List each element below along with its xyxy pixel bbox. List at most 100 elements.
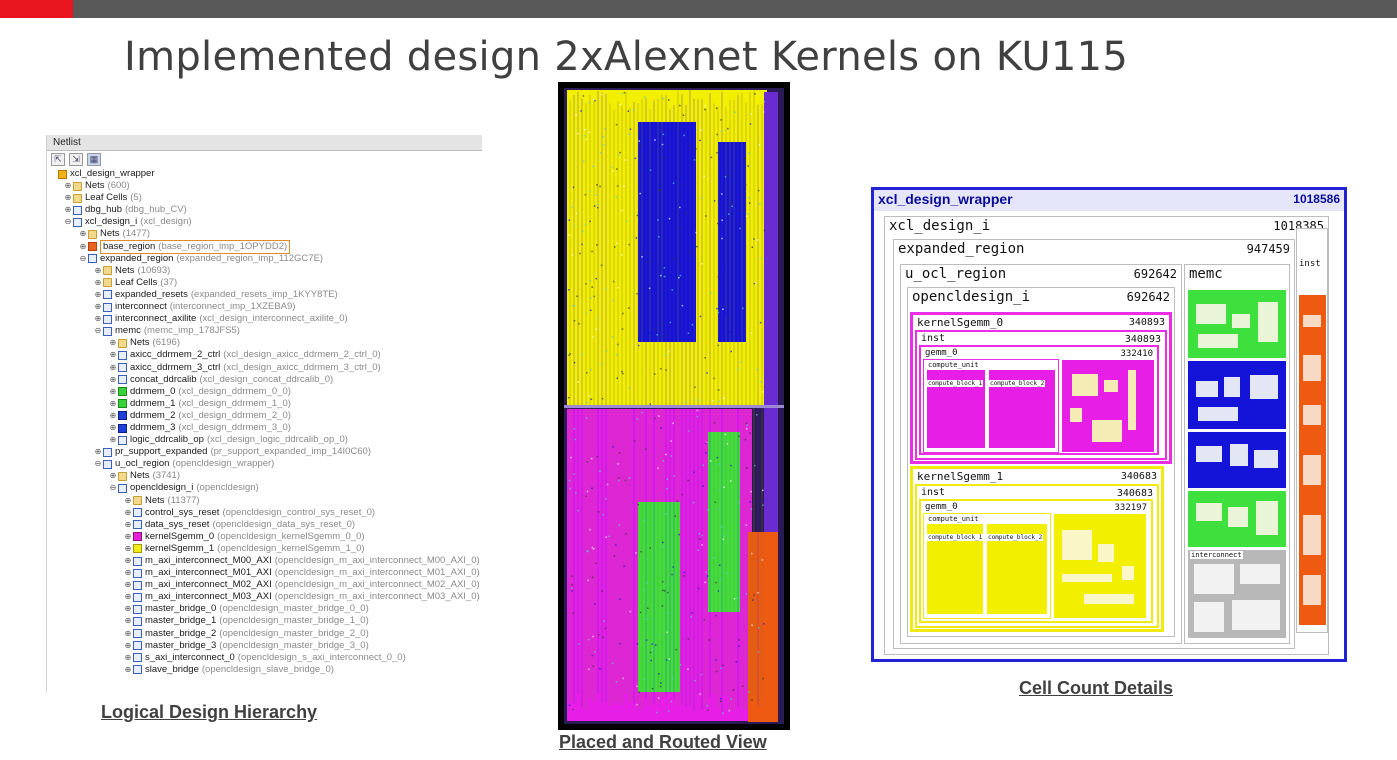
expand-icon[interactable]: ⊕ (94, 277, 102, 289)
expand-icon[interactable]: ⊕ (79, 241, 87, 253)
expand-icon[interactable]: ⊕ (94, 265, 102, 277)
k0-compute-block-2[interactable]: compute_block_2 (988, 369, 1056, 449)
netlist-row[interactable]: ⊕ expanded_resets (expanded_resets_imp_1KY… (47, 289, 482, 301)
expand-icon[interactable]: ⊕ (109, 374, 117, 386)
netlist-row[interactable]: ⊕ slave_bridge (opencldesign_slave_bridge_… (47, 664, 482, 676)
expand-icon[interactable]: ⊕ (94, 446, 102, 458)
netlist-row[interactable]: ⊕ ddrmem_2 (xcl_design_ddrmem_2_0) (47, 410, 482, 422)
memc-ddrmem-3[interactable] (1187, 431, 1287, 489)
treemap-side-column[interactable]: inst (1296, 228, 1328, 633)
netlist-row[interactable]: ⊕ Nets (6196) (47, 337, 482, 349)
expand-icon[interactable]: ⊕ (124, 579, 132, 591)
expand-icon[interactable]: ⊕ (124, 615, 132, 627)
netlist-row[interactable]: ⊖ opencldesign_i (opencldesign) (47, 482, 482, 494)
expand-icon[interactable]: ⊕ (124, 628, 132, 640)
netlist-row[interactable]: ⊕ interconnect (interconnect_imp_1XZEBA9) (47, 301, 482, 313)
netlist-row[interactable]: ⊕ ddrmem_3 (xcl_design_ddrmem_3_0) (47, 422, 482, 434)
expand-icon[interactable]: ⊕ (109, 398, 117, 410)
expand-icon[interactable]: ⊕ (124, 531, 132, 543)
netlist-row[interactable]: ⊕ interconnect_axilite (xcl_design_interco… (47, 313, 482, 325)
treemap-k1-inst[interactable]: inst 340683 gemm_0 332197 compute_unit c… (915, 484, 1159, 628)
netlist-row[interactable]: ⊕ base_region (base_region_imp_1OPYDD2) (47, 239, 482, 254)
expand-icon[interactable]: ⊕ (109, 410, 117, 422)
expand-icon[interactable]: ⊕ (94, 313, 102, 325)
netlist-row[interactable]: ⊕ dbg_hub (dbg_hub_CV) (47, 204, 482, 216)
netlist-row[interactable]: ⊕ m_axi_interconnect_M03_AXI (opencldesign… (47, 591, 482, 603)
expand-icon[interactable]: ⊕ (64, 180, 72, 192)
treemap-xcl-design[interactable]: xcl_design_i 1018385 expanded_region 947… (884, 216, 1329, 655)
collapse-icon[interactable]: ⊖ (64, 216, 72, 228)
netlist-row[interactable]: ⊕ master_bridge_1 (opencldesign_master_bri… (47, 615, 482, 627)
expand-icon[interactable]: ⊕ (64, 192, 72, 204)
netlist-row[interactable]: ⊖ xcl_design_i (xcl_design) (47, 216, 482, 228)
netlist-row[interactable]: ⊕ m_axi_interconnect_M00_AXI (opencldesign… (47, 555, 482, 567)
expand-icon[interactable]: ⊕ (124, 591, 132, 603)
netlist-row[interactable]: xcl_design_wrapper (47, 168, 482, 180)
treemap-kernel-1[interactable]: kernelSgemm_1 340683 inst 340683 gemm_0 … (910, 466, 1164, 632)
netlist-row[interactable]: ⊖ expanded_region (expanded_region_imp_112… (47, 253, 482, 265)
netlist-row[interactable]: ⊕ data_sys_reset (opencldesign_data_sys_re… (47, 519, 482, 531)
k1-compute-block-1[interactable]: compute_block_1 (926, 523, 984, 615)
treemap-k0-inst[interactable]: inst 340893 gemm_0 332410 compute_unit c… (915, 330, 1167, 460)
collapse-icon[interactable]: ⊖ (109, 482, 117, 494)
netlist-row[interactable]: ⊕ master_bridge_0 (opencldesign_master_bri… (47, 603, 482, 615)
expand-icon[interactable]: ⊕ (124, 652, 132, 664)
expand-icon[interactable]: ⊕ (124, 555, 132, 567)
netlist-row[interactable]: ⊕ Nets (600) (47, 180, 482, 192)
expand-all-icon[interactable]: ⇲ (69, 153, 83, 166)
expand-icon[interactable]: ⊕ (124, 495, 132, 507)
netlist-row[interactable]: ⊕ m_axi_interconnect_M02_AXI (opencldesign… (47, 579, 482, 591)
netlist-row[interactable]: ⊕ concat_ddrcalib (xcl_design_concat_ddrca… (47, 374, 482, 386)
netlist-row[interactable]: ⊖ u_ocl_region (opencldesign_wrapper) (47, 458, 482, 470)
netlist-row[interactable]: ⊕ kernelSgemm_0 (opencldesign_kernelSgemm_… (47, 531, 482, 543)
treemap-expanded-region[interactable]: expanded_region 947459 u_ocl_region 6926… (893, 239, 1295, 649)
treemap-memc[interactable]: memc interconnect (1184, 264, 1290, 644)
memc-ddrmem-0[interactable] (1187, 289, 1287, 359)
expand-icon[interactable]: ⊕ (109, 386, 117, 398)
expand-icon[interactable]: ⊕ (64, 204, 72, 216)
netlist-row[interactable]: ⊕ control_sys_reset (opencldesign_control_… (47, 507, 482, 519)
treemap-kernel-0[interactable]: kernelSgemm_0 340893 inst 340893 gemm_0 … (910, 312, 1172, 464)
netlist-row[interactable]: ⊕ m_axi_interconnect_M01_AXI (opencldesign… (47, 567, 482, 579)
expand-icon[interactable]: ⊕ (109, 337, 117, 349)
expand-icon[interactable]: ⊕ (124, 543, 132, 555)
expand-icon[interactable]: ⊕ (109, 470, 117, 482)
collapse-icon[interactable]: ⊖ (94, 325, 102, 337)
memc-interconnect[interactable]: interconnect (1187, 549, 1287, 639)
netlist-row[interactable]: ⊕ axicc_ddrmem_2_ctrl (xcl_design_axicc_dd… (47, 349, 482, 361)
treemap-k1-compute-unit[interactable]: compute_unit compute_block_1 compute_blo… (923, 513, 1051, 619)
k0-compute-block-1[interactable]: compute_block_1 (926, 369, 986, 449)
collapse-icon[interactable]: ⊖ (79, 253, 87, 265)
netlist-row[interactable]: ⊕ pr_support_expanded (pr_support_expanded… (47, 446, 482, 458)
treemap-opencldesign[interactable]: opencldesign_i 692642 kernelSgemm_0 3408… (907, 287, 1175, 637)
expand-icon[interactable]: ⊕ (94, 289, 102, 301)
expand-icon[interactable]: ⊕ (124, 640, 132, 652)
expand-icon[interactable]: ⊕ (79, 228, 87, 240)
hierarchy-view-icon[interactable]: ▦ (87, 153, 101, 166)
netlist-row[interactable]: ⊕ Nets (11377) (47, 495, 482, 507)
netlist-row[interactable]: ⊕ s_axi_interconnect_0 (opencldesign_s_axi… (47, 652, 482, 664)
netlist-row[interactable]: ⊕ Nets (10693) (47, 265, 482, 277)
netlist-row[interactable]: ⊕ axicc_ddrmem_3_ctrl (xcl_design_axicc_dd… (47, 362, 482, 374)
netlist-row[interactable]: ⊕ logic_ddrcalib_op (xcl_design_logic_ddrc… (47, 434, 482, 446)
expand-icon[interactable]: ⊕ (109, 434, 117, 446)
netlist-row[interactable]: ⊕ Nets (3741) (47, 470, 482, 482)
netlist-row[interactable]: ⊕ Leaf Cells (5) (47, 192, 482, 204)
netlist-row[interactable]: ⊖ memc (memc_imp_178JFS5) (47, 325, 482, 337)
collapse-icon[interactable]: ⊖ (94, 458, 102, 470)
netlist-row[interactable]: ⊕ Leaf Cells (37) (47, 277, 482, 289)
netlist-row[interactable]: ⊕ ddrmem_0 (xcl_design_ddrmem_0_0) (47, 386, 482, 398)
expand-icon[interactable]: ⊕ (124, 519, 132, 531)
treemap-k1-gemm[interactable]: gemm_0 332197 compute_unit compute_block… (919, 499, 1153, 623)
treemap-k0-compute-unit[interactable]: compute_unit compute_block_1 compute_blo… (923, 359, 1059, 453)
expand-icon[interactable]: ⊕ (124, 567, 132, 579)
netlist-row[interactable]: ⊕ ddrmem_1 (xcl_design_ddrmem_1_0) (47, 398, 482, 410)
expand-icon[interactable]: ⊕ (109, 422, 117, 434)
netlist-row[interactable]: ⊕ master_bridge_3 (opencldesign_master_bri… (47, 640, 482, 652)
memc-ddrmem-1[interactable] (1187, 490, 1287, 548)
expand-icon[interactable]: ⊕ (109, 349, 117, 361)
k1-compute-block-2[interactable]: compute_block_2 (986, 523, 1048, 615)
treemap-k0-gemm[interactable]: gemm_0 332410 compute_unit compute_block… (919, 345, 1159, 455)
expand-icon[interactable]: ⊕ (124, 664, 132, 676)
netlist-row[interactable]: ⊕ kernelSgemm_1 (opencldesign_kernelSgemm_… (47, 543, 482, 555)
